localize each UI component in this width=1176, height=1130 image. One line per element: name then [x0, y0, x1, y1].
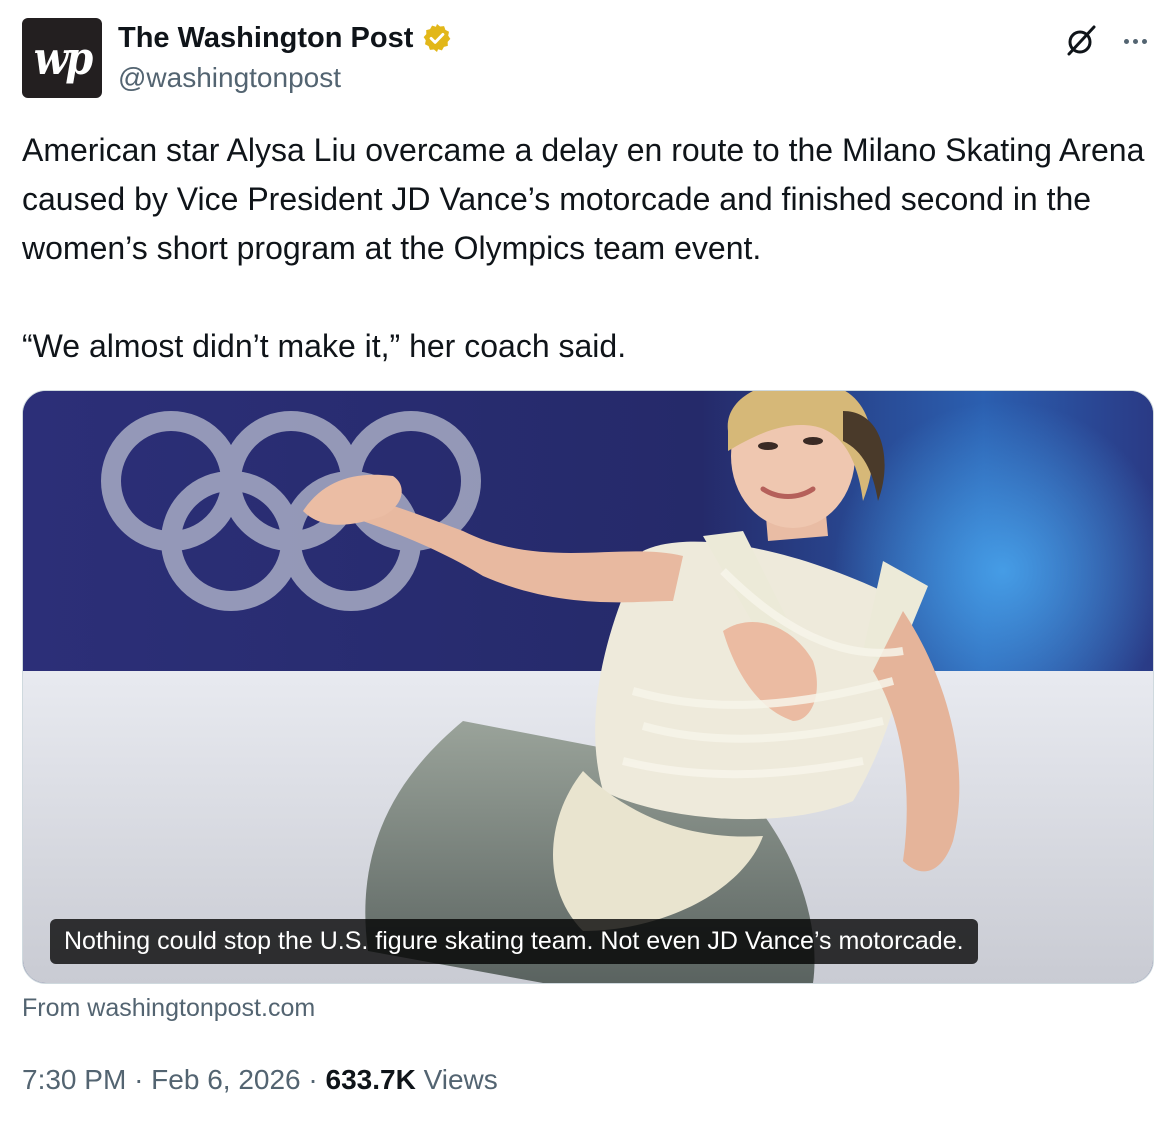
- skater-photo: [23, 391, 1153, 983]
- tweet-meta: 7:30 PM · Feb 6, 2026 · 633.7K Views: [22, 1060, 498, 1100]
- grok-icon[interactable]: [1062, 22, 1100, 60]
- more-dot: [1123, 38, 1129, 44]
- verified-badge-icon[interactable]: [421, 22, 453, 54]
- views-count: 633.7K: [325, 1064, 416, 1095]
- tweet-time[interactable]: 7:30 PM: [22, 1064, 126, 1095]
- tweet-text: American star Alysa Liu overcame a delay…: [22, 126, 1157, 371]
- tweet-paragraph: American star Alysa Liu overcame a delay…: [22, 132, 1145, 266]
- meta-separator: ·: [134, 1064, 144, 1095]
- views-label: Views: [423, 1064, 498, 1095]
- more-dot: [1141, 38, 1147, 44]
- media-caption: Nothing could stop the U.S. figure skati…: [50, 919, 978, 964]
- avatar[interactable]: wp: [22, 18, 102, 98]
- more-dot: [1132, 38, 1138, 44]
- author-handle[interactable]: @washingtonpost: [118, 60, 341, 96]
- tweet-date[interactable]: Feb 6, 2026: [151, 1064, 300, 1095]
- author-display-name[interactable]: The Washington Post: [118, 20, 413, 56]
- tweet: wp The Washington Post @washingtonpost A…: [0, 0, 1176, 1130]
- tweet-paragraph: “We almost didn’t make it,” her coach sa…: [22, 328, 627, 364]
- washington-post-logo: wp: [33, 30, 93, 86]
- link-card-media[interactable]: Nothing could stop the U.S. figure skati…: [22, 390, 1154, 984]
- meta-separator: ·: [308, 1064, 318, 1095]
- more-icon[interactable]: [1116, 22, 1154, 60]
- link-source[interactable]: From washingtonpost.com: [22, 990, 315, 1026]
- author-name-row: The Washington Post: [118, 20, 453, 56]
